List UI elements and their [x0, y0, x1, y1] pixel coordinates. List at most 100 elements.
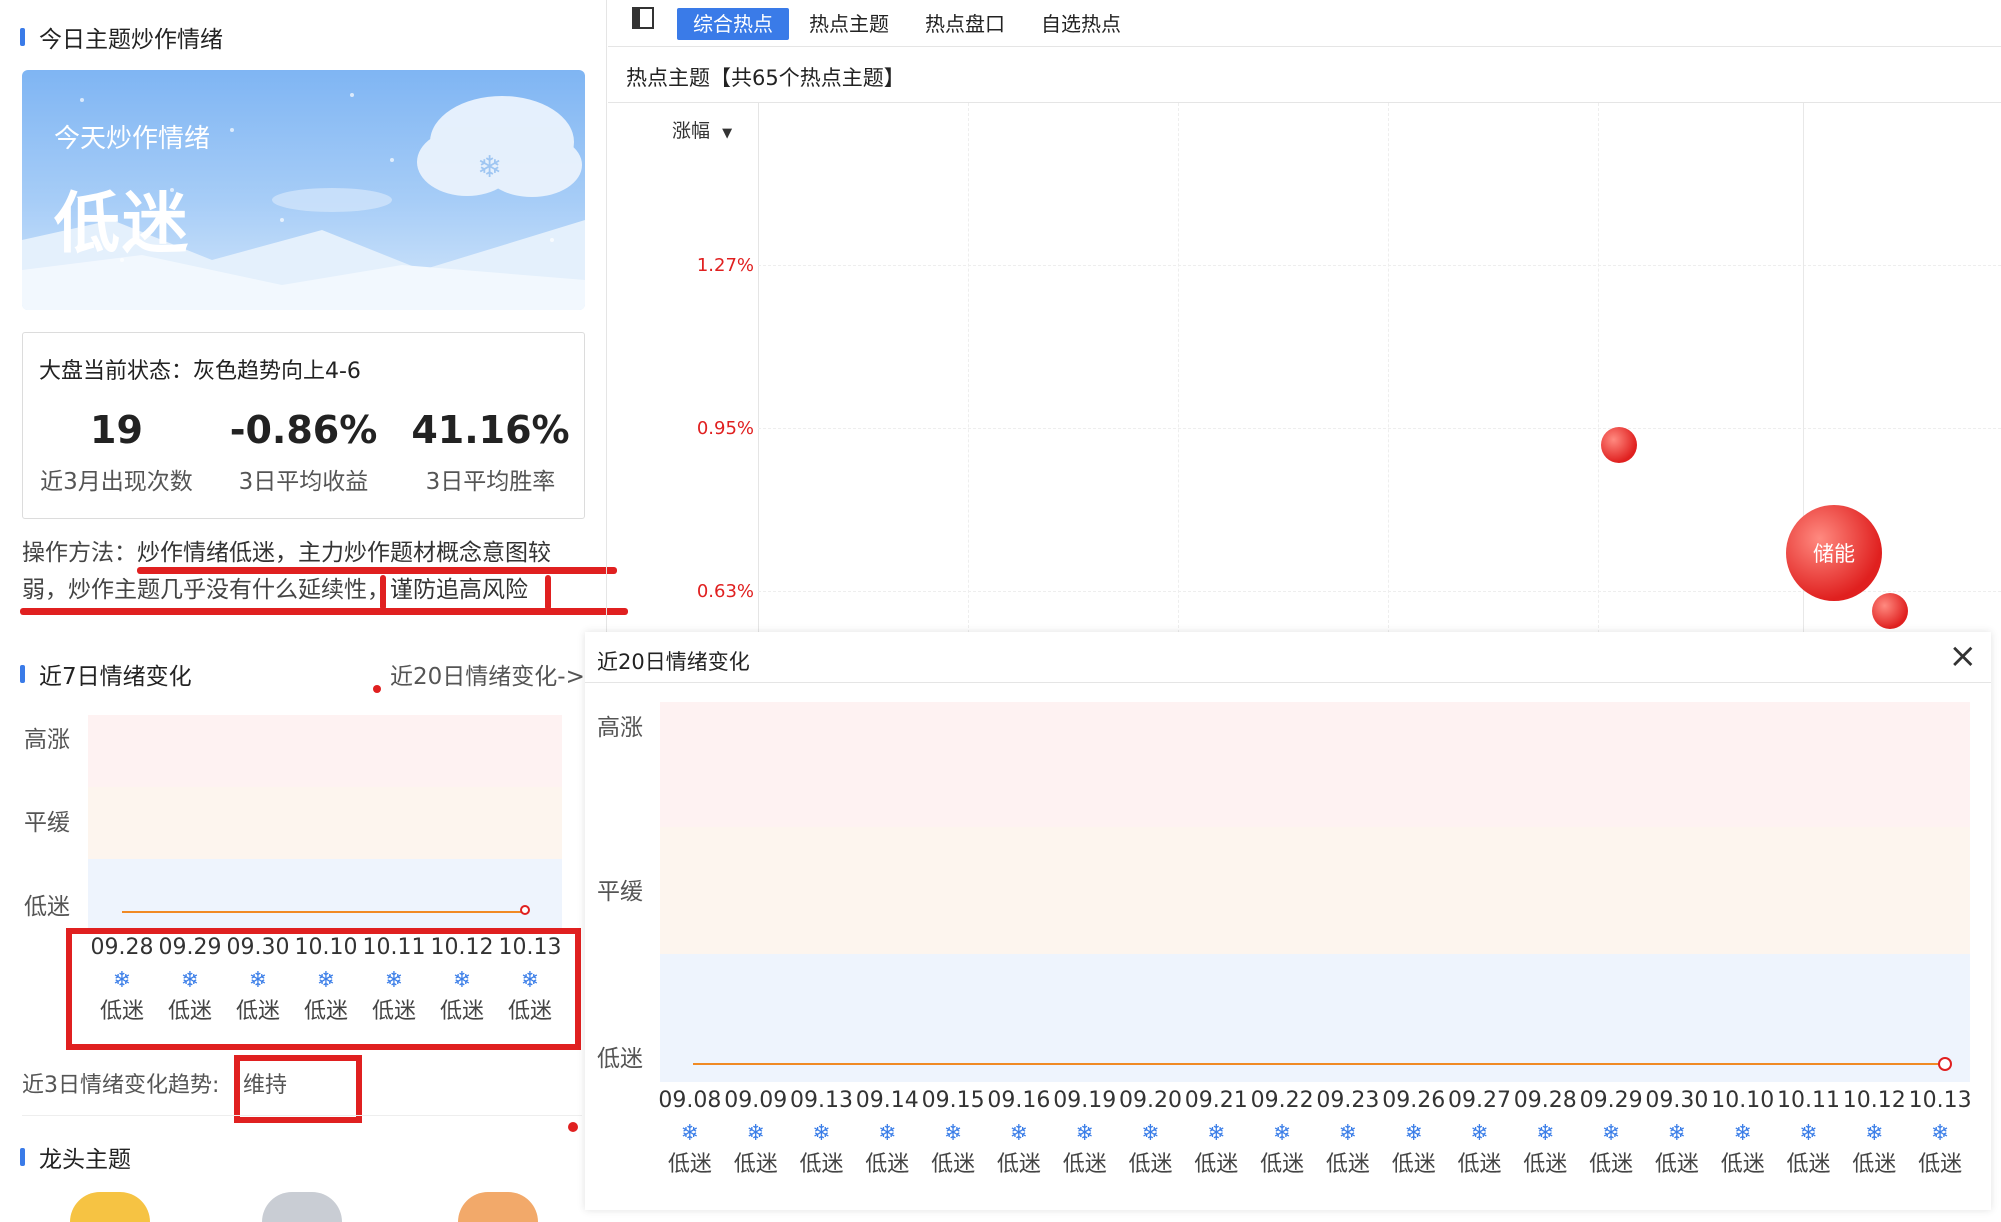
date-label: 09.26 — [1382, 1088, 1446, 1113]
snowflake-icon: ❄ — [943, 1121, 963, 1146]
tab-2[interactable]: 热点盘口 — [909, 8, 1021, 40]
date-label: 09.23 — [1316, 1088, 1380, 1113]
bubble-label: 储能 — [1813, 542, 1855, 566]
date-column: 09.26 ❄ 低迷 — [1381, 1088, 1447, 1178]
mood-state-label: 低迷 — [1720, 1152, 1765, 1177]
sidebar-toggle-icon[interactable] — [632, 7, 654, 29]
section-marker — [20, 28, 25, 46]
mood-state-label: 低迷 — [1062, 1152, 1107, 1177]
close-icon[interactable]: × — [1949, 636, 1978, 676]
date-column: 09.14 ❄ 低迷 — [854, 1088, 920, 1178]
date-column: 10.10 ❄ 低迷 — [1710, 1088, 1776, 1178]
stat-value: -0.86% — [229, 408, 378, 452]
sort-label: 涨幅 — [672, 120, 711, 142]
hero-mood-value: 低迷 — [54, 185, 190, 262]
topic-bubble[interactable] — [1601, 427, 1637, 463]
date-label: 09.15 — [921, 1088, 985, 1113]
ops-prefix: 操作方法： — [22, 540, 137, 566]
level-high-label: 高涨 — [597, 715, 643, 741]
level-low-label: 低迷 — [597, 1046, 643, 1072]
gridline — [758, 265, 2001, 266]
mood-state-label: 低迷 — [1391, 1152, 1436, 1177]
date-label: 09.20 — [1119, 1088, 1182, 1113]
snowflake-icon: ❄ — [1865, 1121, 1884, 1146]
market-status-card: 大盘当前状态：灰色趋势向上4-6 19 近3月出现次数 -0.86% 3日平均收… — [22, 332, 585, 519]
zone-high — [88, 715, 562, 787]
snowflake-icon: ❄ — [1536, 1121, 1555, 1146]
date-label: 09.29 — [1579, 1088, 1643, 1113]
date-column: 09.23 ❄ 低迷 — [1315, 1088, 1381, 1178]
mood-state-label: 低迷 — [1325, 1152, 1370, 1177]
y-tick-label: 0.95% — [696, 418, 754, 439]
level-high-label: 高涨 — [24, 727, 70, 753]
snowflake-icon: ❄ — [1667, 1121, 1687, 1146]
topic-bubble[interactable] — [1872, 593, 1908, 629]
tab-0[interactable]: 综合热点 — [677, 8, 789, 40]
snowflake-icon: ❄ — [1799, 1121, 1818, 1146]
snowflake-icon: ❄ — [1930, 1121, 1950, 1146]
date-column: 09.27 ❄ 低迷 — [1447, 1088, 1513, 1178]
tab-1[interactable]: 热点主题 — [793, 8, 905, 40]
date-column: 09.09 ❄ 低迷 — [723, 1088, 789, 1178]
ops-warning: 谨防追高风险 — [390, 577, 528, 603]
date-label: 10.13 — [1908, 1088, 1972, 1113]
hot-bubble-chart: 涨幅 ▼ 1.27% 0.95% 0.63% 储能 — [608, 103, 2001, 633]
mood-state-label: 低迷 — [1523, 1152, 1568, 1177]
snowflake-icon: ❄ — [1338, 1121, 1358, 1146]
mood-state-label: 低迷 — [865, 1152, 910, 1177]
date-label: 09.21 — [1184, 1088, 1248, 1113]
trend-label: 近3日情绪变化趋势: — [22, 1073, 220, 1098]
section-marker — [20, 665, 25, 683]
snowflake-icon: ❄ — [1272, 1121, 1292, 1146]
annotation-underline — [20, 608, 628, 615]
date-label: 09.30 — [1645, 1088, 1709, 1113]
date-column: 09.20 ❄ 低迷 — [1118, 1088, 1184, 1178]
date-label: 10.12 — [1842, 1088, 1906, 1113]
y-tick-label: 0.63% — [696, 581, 754, 602]
date-column: 09.30 ❄ 低迷 — [1644, 1088, 1710, 1178]
link-20day-mood[interactable]: 近20日情绪变化-> — [390, 657, 585, 691]
mood-point — [1938, 1057, 1952, 1071]
section-marker — [20, 1148, 25, 1166]
date-column: 09.21 ❄ 低迷 — [1183, 1088, 1249, 1178]
snowflake-icon: ❄ — [1404, 1121, 1423, 1146]
date-column: 10.11 ❄ 低迷 — [1776, 1088, 1842, 1178]
date-label: 09.08 — [658, 1088, 722, 1113]
section-title-leader: 龙头主题 — [20, 1140, 131, 1174]
annotation-mark — [545, 575, 551, 610]
gridline — [1178, 103, 1179, 633]
snowflake-icon: ❄ — [1733, 1121, 1752, 1146]
market-status-text: 大盘当前状态：灰色趋势向上4-6 — [39, 359, 361, 384]
annotation-mark — [380, 575, 386, 610]
mood-line — [122, 911, 526, 913]
mood-state-label: 低迷 — [667, 1152, 712, 1177]
date-label: 09.28 — [1513, 1088, 1577, 1113]
hot-header-title: 热点主题【共65个热点主题】 — [626, 66, 905, 90]
snowflake-icon: ❄ — [1470, 1121, 1489, 1146]
date-column: 10.12 ❄ 低迷 — [1841, 1088, 1907, 1178]
date-column: 09.28 ❄ 低迷 — [1512, 1088, 1578, 1178]
left-panel: 今日主题炒作情绪 ❄ 今天炒作情绪 低迷 大盘当前状态：灰色趋势向上4-6 19 — [0, 0, 628, 1222]
date-label: 09.19 — [1053, 1088, 1117, 1113]
mood-hero-banner: ❄ 今天炒作情绪 低迷 — [22, 70, 585, 310]
stat-avg-return: -0.86% 3日平均收益 — [210, 408, 397, 496]
date-column: 09.22 ❄ 低迷 — [1249, 1088, 1315, 1178]
date-label: 10.11 — [1777, 1088, 1840, 1113]
mood-state-label: 低迷 — [1589, 1152, 1634, 1177]
topic-bubble-energy-storage[interactable]: 储能 — [1786, 505, 1882, 601]
snowflake-icon: ❄ — [1207, 1121, 1226, 1146]
sort-dropdown[interactable]: 涨幅 ▼ — [672, 116, 732, 143]
hot-tabs-bar: 综合热点 热点主题 热点盘口 自选热点 — [608, 0, 2001, 47]
snowflake-icon: ❄ — [812, 1121, 831, 1146]
date-label: 09.27 — [1448, 1088, 1511, 1113]
snowflake-icon: ❄ — [1141, 1121, 1160, 1146]
section-title-text: 今日主题炒作情绪 — [39, 27, 223, 53]
snowflake-icon: ❄ — [1075, 1121, 1094, 1146]
mood-state-label: 低迷 — [1852, 1152, 1897, 1177]
tab-3[interactable]: 自选热点 — [1025, 8, 1137, 40]
date-column: 09.19 ❄ 低迷 — [1052, 1088, 1118, 1178]
date-label: 09.09 — [724, 1088, 788, 1113]
gridline — [1388, 103, 1389, 633]
mood-state-label: 低迷 — [1918, 1152, 1963, 1177]
mood-20day-popup: 近20日情绪变化 × 高涨 平缓 低迷 09.08 ❄ 低迷 09.09 ❄ 低迷 09.1… — [585, 632, 1991, 1210]
